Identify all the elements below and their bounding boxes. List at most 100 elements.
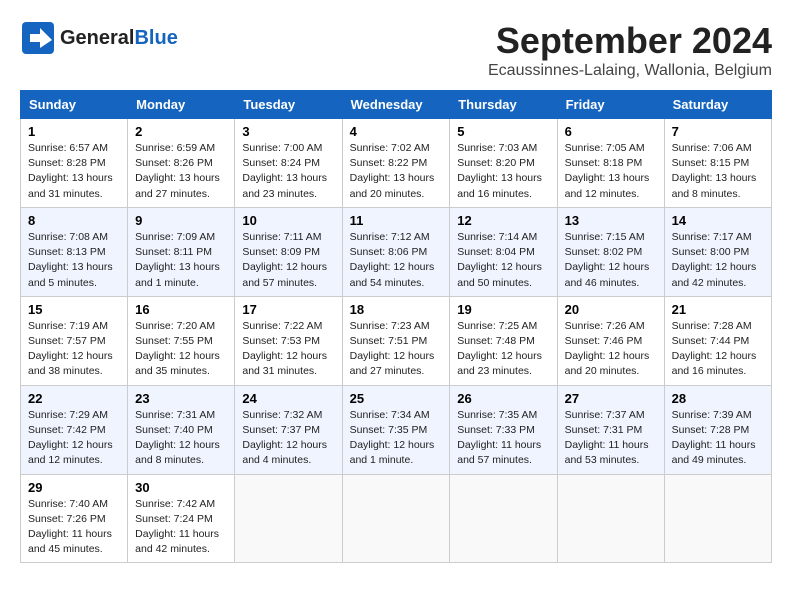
- day-number: 30: [135, 480, 227, 495]
- calendar-cell: 17Sunrise: 7:22 AMSunset: 7:53 PMDayligh…: [235, 296, 342, 385]
- calendar-row: 29 Sunrise: 7:40 AMSunset: 7:26 PMDayligh…: [21, 474, 772, 563]
- calendar-cell: 21Sunrise: 7:28 AMSunset: 7:44 PMDayligh…: [664, 296, 771, 385]
- logo-general: General: [60, 27, 134, 49]
- calendar-cell: 7 Sunrise: 7:06 AMSunset: 8:15 PMDaylight…: [664, 119, 771, 208]
- calendar-cell: 1 Sunrise: 6:57 AMSunset: 8:28 PMDaylight…: [21, 119, 128, 208]
- day-info: Sunrise: 7:37 AMSunset: 7:31 PMDaylight:…: [565, 408, 657, 469]
- calendar-row: 8Sunrise: 7:08 AMSunset: 8:13 PMDaylight…: [21, 207, 772, 296]
- day-info: Sunrise: 7:29 AMSunset: 7:42 PMDaylight:…: [28, 408, 120, 469]
- day-info: Sunrise: 7:11 AMSunset: 8:09 PMDaylight:…: [242, 230, 334, 291]
- col-saturday: Saturday: [664, 91, 771, 119]
- calendar-cell: 13 Sunrise: 7:15 AMSunset: 8:02 PMDayligh…: [557, 207, 664, 296]
- calendar-cell: 9 Sunrise: 7:09 AMSunset: 8:11 PMDaylight…: [128, 207, 235, 296]
- day-info: Sunrise: 7:39 AMSunset: 7:28 PMDaylight:…: [672, 408, 764, 469]
- day-info: Sunrise: 7:31 AMSunset: 7:40 PMDaylight:…: [135, 408, 227, 469]
- logo: GeneralBlue: [20, 20, 178, 56]
- day-number: 29: [28, 480, 120, 495]
- calendar-cell: [450, 474, 557, 563]
- calendar-cell: 14 Sunrise: 7:17 AMSunset: 8:00 PMDayligh…: [664, 207, 771, 296]
- day-info: Sunrise: 7:12 AMSunset: 8:06 PMDaylight:…: [350, 230, 443, 291]
- day-number: 18: [350, 302, 443, 317]
- day-info: Sunrise: 7:40 AMSunset: 7:26 PMDaylight:…: [28, 497, 120, 558]
- day-number: 8: [28, 213, 120, 228]
- page-subtitle: Ecaussinnes-Lalaing, Wallonia, Belgium: [488, 62, 772, 80]
- calendar-cell: 10 Sunrise: 7:11 AMSunset: 8:09 PMDayligh…: [235, 207, 342, 296]
- day-number: 6: [565, 124, 657, 139]
- calendar-cell: 29 Sunrise: 7:40 AMSunset: 7:26 PMDayligh…: [21, 474, 128, 563]
- calendar-cell: 24 Sunrise: 7:32 AMSunset: 7:37 PMDayligh…: [235, 385, 342, 474]
- day-info: Sunrise: 6:59 AMSunset: 8:26 PMDaylight:…: [135, 141, 227, 202]
- day-number: 9: [135, 213, 227, 228]
- day-number: 13: [565, 213, 657, 228]
- day-number: 14: [672, 213, 764, 228]
- day-info: Sunrise: 7:15 AMSunset: 8:02 PMDaylight:…: [565, 230, 657, 291]
- day-info: Sunrise: 7:03 AMSunset: 8:20 PMDaylight:…: [457, 141, 549, 202]
- col-tuesday: Tuesday: [235, 91, 342, 119]
- calendar-table: Sunday Monday Tuesday Wednesday Thursday…: [20, 90, 772, 563]
- logo-blue: Blue: [134, 27, 177, 49]
- calendar-cell: 28 Sunrise: 7:39 AMSunset: 7:28 PMDayligh…: [664, 385, 771, 474]
- day-info: Sunrise: 7:06 AMSunset: 8:15 PMDaylight:…: [672, 141, 764, 202]
- day-info: Sunrise: 7:02 AMSunset: 8:22 PMDaylight:…: [350, 141, 443, 202]
- col-friday: Friday: [557, 91, 664, 119]
- day-number: 15: [28, 302, 120, 317]
- calendar-cell: [664, 474, 771, 563]
- day-info: Sunrise: 7:35 AMSunset: 7:33 PMDaylight:…: [457, 408, 549, 469]
- page-title: September 2024: [488, 20, 772, 62]
- calendar-cell: 26 Sunrise: 7:35 AMSunset: 7:33 PMDayligh…: [450, 385, 557, 474]
- day-number: 25: [350, 391, 443, 406]
- day-number: 24: [242, 391, 334, 406]
- day-number: 26: [457, 391, 549, 406]
- day-number: 19: [457, 302, 549, 317]
- day-info: Sunrise: 7:34 AMSunset: 7:35 PMDaylight:…: [350, 408, 443, 469]
- day-info: Sunrise: 7:23 AMSunset: 7:51 PMDaylight:…: [350, 319, 443, 380]
- calendar-cell: 6 Sunrise: 7:05 AMSunset: 8:18 PMDaylight…: [557, 119, 664, 208]
- day-number: 21: [672, 302, 764, 317]
- logo-icon: [20, 20, 56, 56]
- day-info: Sunrise: 7:14 AMSunset: 8:04 PMDaylight:…: [457, 230, 549, 291]
- day-number: 28: [672, 391, 764, 406]
- day-number: 20: [565, 302, 657, 317]
- calendar-cell: 30 Sunrise: 7:42 AMSunset: 7:24 PMDayligh…: [128, 474, 235, 563]
- day-number: 3: [242, 124, 334, 139]
- day-number: 7: [672, 124, 764, 139]
- calendar-cell: 11 Sunrise: 7:12 AMSunset: 8:06 PMDayligh…: [342, 207, 450, 296]
- day-info: Sunrise: 7:26 AMSunset: 7:46 PMDaylight:…: [565, 319, 657, 380]
- calendar-cell: 4 Sunrise: 7:02 AMSunset: 8:22 PMDaylight…: [342, 119, 450, 208]
- day-info: Sunrise: 7:20 AMSunset: 7:55 PMDaylight:…: [135, 319, 227, 380]
- day-number: 23: [135, 391, 227, 406]
- day-number: 11: [350, 213, 443, 228]
- day-info: Sunrise: 7:09 AMSunset: 8:11 PMDaylight:…: [135, 230, 227, 291]
- day-number: 27: [565, 391, 657, 406]
- day-number: 4: [350, 124, 443, 139]
- calendar-cell: 15Sunrise: 7:19 AMSunset: 7:57 PMDayligh…: [21, 296, 128, 385]
- day-info: Sunrise: 7:17 AMSunset: 8:00 PMDaylight:…: [672, 230, 764, 291]
- calendar-cell: 25 Sunrise: 7:34 AMSunset: 7:35 PMDayligh…: [342, 385, 450, 474]
- calendar-cell: [235, 474, 342, 563]
- calendar-cell: [557, 474, 664, 563]
- day-number: 5: [457, 124, 549, 139]
- calendar-cell: 20 Sunrise: 7:26 AMSunset: 7:46 PMDayligh…: [557, 296, 664, 385]
- day-number: 2: [135, 124, 227, 139]
- day-info: Sunrise: 7:05 AMSunset: 8:18 PMDaylight:…: [565, 141, 657, 202]
- day-info: Sunrise: 7:25 AMSunset: 7:48 PMDaylight:…: [457, 319, 549, 380]
- day-number: 12: [457, 213, 549, 228]
- calendar-cell: 22 Sunrise: 7:29 AMSunset: 7:42 PMDayligh…: [21, 385, 128, 474]
- calendar-cell: 3Sunrise: 7:00 AMSunset: 8:24 PMDaylight…: [235, 119, 342, 208]
- calendar-cell: 27 Sunrise: 7:37 AMSunset: 7:31 PMDayligh…: [557, 385, 664, 474]
- day-info: Sunrise: 7:32 AMSunset: 7:37 PMDaylight:…: [242, 408, 334, 469]
- day-number: 1: [28, 124, 120, 139]
- col-monday: Monday: [128, 91, 235, 119]
- day-number: 10: [242, 213, 334, 228]
- col-thursday: Thursday: [450, 91, 557, 119]
- day-info: Sunrise: 7:42 AMSunset: 7:24 PMDaylight:…: [135, 497, 227, 558]
- calendar-cell: 19 Sunrise: 7:25 AMSunset: 7:48 PMDayligh…: [450, 296, 557, 385]
- day-number: 16: [135, 302, 227, 317]
- calendar-row: 15Sunrise: 7:19 AMSunset: 7:57 PMDayligh…: [21, 296, 772, 385]
- day-info: Sunrise: 6:57 AMSunset: 8:28 PMDaylight:…: [28, 141, 120, 202]
- day-number: 22: [28, 391, 120, 406]
- calendar-cell: 16 Sunrise: 7:20 AMSunset: 7:55 PMDayligh…: [128, 296, 235, 385]
- col-wednesday: Wednesday: [342, 91, 450, 119]
- calendar-cell: 12 Sunrise: 7:14 AMSunset: 8:04 PMDayligh…: [450, 207, 557, 296]
- day-number: 17: [242, 302, 334, 317]
